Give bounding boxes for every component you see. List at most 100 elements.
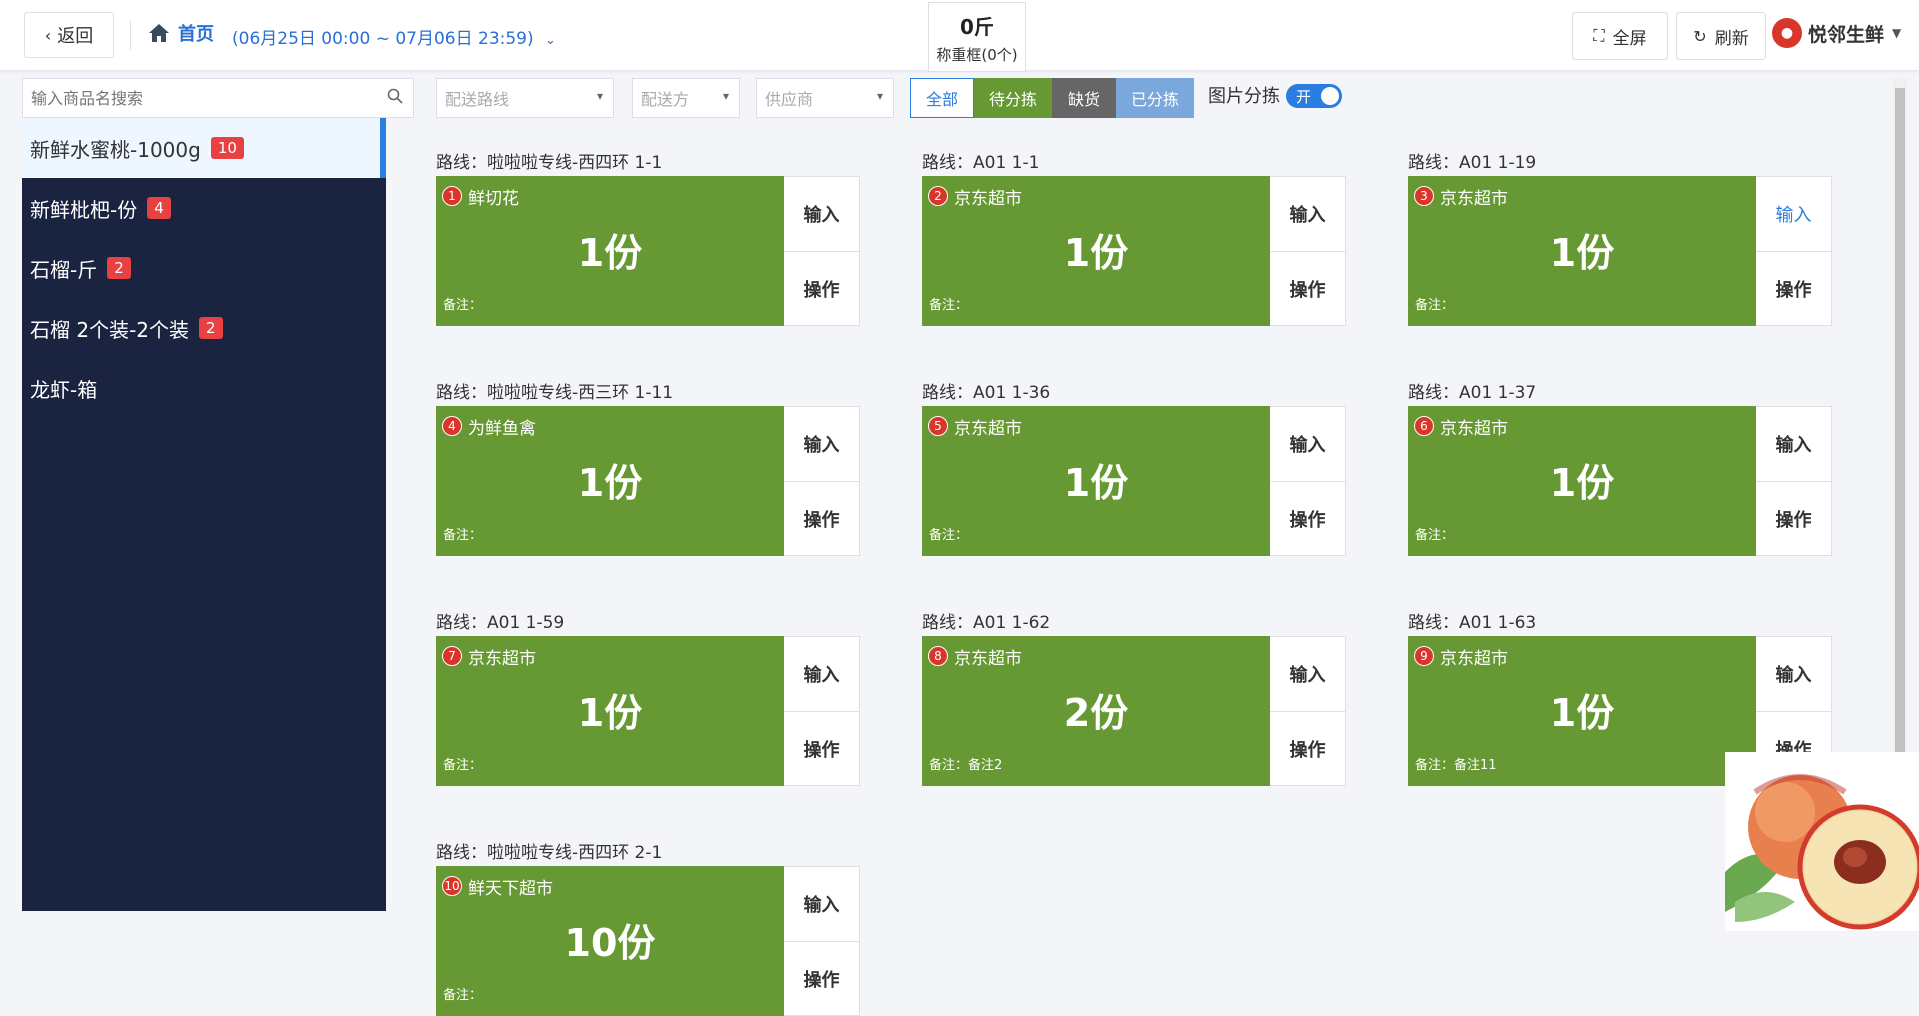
- tab-label: 缺货: [1067, 90, 1100, 109]
- customer-name: 鲜天下超市: [468, 879, 553, 899]
- route-name: A01 1-63: [1459, 613, 1537, 633]
- tab-all[interactable]: 全部: [910, 78, 974, 118]
- sorting-card: 路线：啦啦啦专线-西四环 1-1 1 鲜切花 1份 备注： 输入 操作: [436, 148, 860, 326]
- count-badge: 10: [210, 137, 244, 159]
- product-search: [22, 78, 414, 118]
- tab-out-of-stock[interactable]: 缺货: [1052, 78, 1116, 118]
- route-line: 路线：A01 1-62: [922, 608, 1346, 634]
- order-tile[interactable]: 3 京东超市 1份 备注：: [1408, 176, 1756, 326]
- quantity: 10份: [564, 921, 656, 965]
- route-prefix: 路线：: [1408, 383, 1459, 403]
- input-label: 输入: [803, 435, 840, 456]
- note: 备注：: [1415, 524, 1454, 543]
- operate-button[interactable]: 操作: [784, 481, 859, 556]
- sequence-badge: 9: [1414, 646, 1434, 666]
- count-badge: 4: [147, 197, 171, 219]
- route-prefix: 路线：: [1408, 613, 1459, 633]
- input-label: 输入: [803, 895, 840, 916]
- route-prefix: 路线：: [436, 153, 487, 173]
- quantity: 1份: [1549, 461, 1615, 505]
- operate-button[interactable]: 操作: [1270, 481, 1345, 556]
- input-label: 输入: [1289, 205, 1326, 226]
- note-text: 备注2: [968, 758, 1003, 773]
- customer-name: 京东超市: [468, 649, 536, 669]
- delivery-select[interactable]: 配送方 ▾: [632, 78, 740, 118]
- order-tile[interactable]: 1 鲜切花 1份 备注：: [436, 176, 784, 326]
- sorting-card: 路线：A01 1-63 9 京东超市 1份 备注：备注11 输入 操作: [1408, 608, 1832, 786]
- operate-button[interactable]: 操作: [1756, 251, 1831, 326]
- sidebar-item[interactable]: 新鲜水蜜桃-1000g 10: [22, 118, 386, 178]
- supplier-select[interactable]: 供应商 ▾: [756, 78, 894, 118]
- order-tile[interactable]: 8 京东超市 2份 备注：备注2: [922, 636, 1270, 786]
- toggle-knob: [1321, 87, 1339, 105]
- sidebar-item[interactable]: 石榴 2个装-2个装 2: [22, 298, 386, 358]
- quantity: 1份: [577, 461, 643, 505]
- sequence-badge: 10: [442, 876, 462, 896]
- image-sort-toggle[interactable]: 开: [1286, 84, 1342, 108]
- search-icon: [387, 88, 403, 104]
- image-sort-label: 图片分拣: [1208, 86, 1280, 107]
- tab-sorted[interactable]: 已分拣: [1116, 78, 1194, 118]
- refresh-button[interactable]: ↻ 刷新: [1676, 12, 1766, 60]
- search-input[interactable]: [23, 79, 373, 117]
- input-button[interactable]: 输入: [1756, 637, 1831, 711]
- input-label: 输入: [1775, 205, 1812, 226]
- order-tile[interactable]: 2 京东超市 1份 备注：: [922, 176, 1270, 326]
- route-select[interactable]: 配送路线 ▾: [436, 78, 614, 118]
- input-button[interactable]: 输入: [1756, 407, 1831, 481]
- quantity: 1份: [1549, 231, 1615, 275]
- order-tile[interactable]: 9 京东超市 1份 备注：备注11: [1408, 636, 1756, 786]
- home-icon: [149, 24, 169, 42]
- peach-image: [1725, 774, 1919, 930]
- note: 备注：: [443, 984, 482, 1003]
- customer-name: 鲜切花: [468, 189, 519, 209]
- route-line: 路线：A01 1-63: [1408, 608, 1832, 634]
- quantity: 1份: [577, 691, 643, 735]
- input-button[interactable]: 输入: [1270, 407, 1345, 481]
- operate-button[interactable]: 操作: [784, 711, 859, 786]
- input-button[interactable]: 输入: [784, 867, 859, 941]
- input-button[interactable]: 输入: [1270, 637, 1345, 711]
- input-button[interactable]: 输入: [784, 407, 859, 481]
- note-prefix: 备注：: [1415, 758, 1455, 773]
- operate-button[interactable]: 操作: [1270, 251, 1345, 326]
- operate-button[interactable]: 操作: [784, 251, 859, 326]
- sidebar-item[interactable]: 石榴-斤 2: [22, 238, 386, 298]
- refresh-icon: ↻: [1693, 26, 1707, 46]
- operate-button[interactable]: 操作: [784, 941, 859, 1016]
- input-button[interactable]: 输入: [1756, 177, 1831, 251]
- operate-label: 操作: [1289, 280, 1326, 301]
- note-prefix: 备注：: [1415, 298, 1455, 313]
- input-label: 输入: [803, 205, 840, 226]
- order-tile[interactable]: 4 为鲜鱼禽 1份 备注：: [436, 406, 784, 556]
- sidebar-item-label: 石榴 2个装-2个装: [30, 317, 190, 342]
- note: 备注：: [929, 524, 968, 543]
- quantity: 1份: [1063, 461, 1129, 505]
- input-button[interactable]: 输入: [1270, 177, 1345, 251]
- route-prefix: 路线：: [436, 383, 487, 403]
- order-tile[interactable]: 7 京东超市 1份 备注：: [436, 636, 784, 786]
- sorting-card: 路线：A01 1-62 8 京东超市 2份 备注：备注2 输入 操作: [922, 608, 1346, 786]
- order-tile[interactable]: 6 京东超市 1份 备注：: [1408, 406, 1756, 556]
- operate-label: 操作: [1775, 280, 1812, 301]
- home-link[interactable]: 首页: [148, 20, 214, 46]
- sidebar-item[interactable]: 新鲜枇杷-份 4: [22, 178, 386, 238]
- sidebar-item[interactable]: 龙虾-箱: [22, 358, 386, 418]
- fullscreen-button[interactable]: ⛶ 全屏: [1572, 12, 1668, 60]
- brand-menu[interactable]: ● 悦邻生鲜 ▼: [1772, 18, 1901, 48]
- route-prefix: 路线：: [436, 613, 487, 633]
- tab-pending[interactable]: 待分拣: [974, 78, 1052, 118]
- toggle-text: 开: [1296, 87, 1312, 106]
- operate-button[interactable]: 操作: [1270, 711, 1345, 786]
- operate-button[interactable]: 操作: [1756, 481, 1831, 556]
- date-range-selector[interactable]: (06月25日 00:00 ~ 07月06日 23:59) ⌄: [232, 24, 556, 49]
- input-button[interactable]: 输入: [784, 177, 859, 251]
- input-button[interactable]: 输入: [784, 637, 859, 711]
- note: 备注：备注2: [929, 754, 1002, 773]
- order-tile[interactable]: 5 京东超市 1份 备注：: [922, 406, 1270, 556]
- back-button[interactable]: ‹ 返回: [24, 12, 114, 58]
- sequence-badge: 6: [1414, 416, 1434, 436]
- note: 备注：: [929, 294, 968, 313]
- quantity: 1份: [577, 231, 643, 275]
- order-tile[interactable]: 10 鲜天下超市 10份备注：: [436, 866, 784, 1016]
